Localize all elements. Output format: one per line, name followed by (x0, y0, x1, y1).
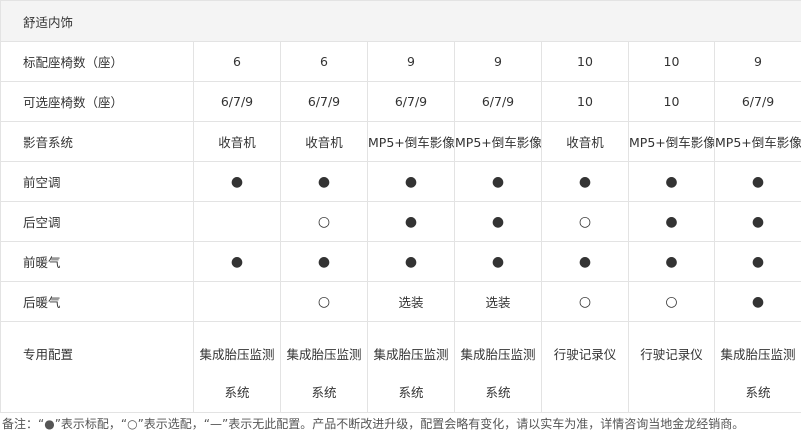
table-cell: 行驶记录仪 (541, 321, 629, 413)
standard-dot: ● (713, 161, 801, 202)
optional-circle: ○ (280, 281, 368, 322)
table-cell: 6/7/9 (454, 81, 542, 122)
standard-dot: ● (628, 161, 715, 202)
table-row: 可选座椅数（座） 6/7/9 6/7/9 6/7/9 6/7/9 10 10 6… (0, 81, 801, 122)
table-cell: 10 (541, 81, 629, 122)
optional-circle: ○ (628, 281, 715, 322)
standard-dot: ● (367, 201, 455, 242)
table-row: 前空调 ● ● ● ● ● ● ● (0, 161, 801, 202)
optional-circle: ○ (280, 201, 368, 242)
table-cell (193, 281, 281, 322)
standard-dot: ● (454, 201, 542, 242)
table-cell: 9 (367, 41, 455, 82)
standard-dot: ● (280, 241, 368, 282)
table-cell: 10 (628, 81, 715, 122)
table-cell: 集成胎压监测系统 (454, 321, 542, 413)
table-row: 标配座椅数（座） 6 6 9 9 10 10 9 (0, 41, 801, 82)
table-cell: 收音机 (193, 121, 281, 162)
table-cell: 6 (193, 41, 281, 82)
table-cell: MP5+倒车影像 (454, 121, 542, 162)
table-row: 前暖气 ● ● ● ● ● ● ● (0, 241, 801, 282)
row-label: 专用配置 (0, 321, 194, 413)
standard-dot: ● (193, 241, 281, 282)
row-label: 后暖气 (0, 281, 194, 322)
section-header-row: 舒适内饰 (0, 0, 801, 42)
standard-dot: ● (541, 161, 629, 202)
standard-dot: ● (280, 161, 368, 202)
table-cell: 集成胎压监测系统 (367, 321, 455, 413)
standard-dot: ● (713, 201, 801, 242)
table-cell: 收音机 (541, 121, 629, 162)
table-cell: MP5+倒车影像 (713, 121, 801, 162)
row-label: 前暖气 (0, 241, 194, 282)
section-title: 舒适内饰 (0, 0, 801, 42)
optional-circle: ○ (541, 201, 629, 242)
table-row: 专用配置 集成胎压监测系统 集成胎压监测系统 集成胎压监测系统 集成胎压监测系统… (0, 321, 801, 413)
table-cell: 9 (454, 41, 542, 82)
row-label: 可选座椅数（座） (0, 81, 194, 122)
table-cell: 行驶记录仪 (628, 321, 715, 413)
standard-dot: ● (713, 241, 801, 282)
table-cell: MP5+倒车影像 (628, 121, 715, 162)
footnote: 备注：“●”表示标配，“○”表示选配，“—”表示无此配置。产品不断改进升级，配置… (2, 417, 745, 431)
table-cell: 6/7/9 (367, 81, 455, 122)
table-cell: 选装 (454, 281, 542, 322)
row-label: 后空调 (0, 201, 194, 242)
table-cell: MP5+倒车影像 (367, 121, 455, 162)
table-cell: 10 (541, 41, 629, 82)
row-label: 标配座椅数（座） (0, 41, 194, 82)
table-cell (193, 201, 281, 242)
table-cell: 集成胎压监测系统 (713, 321, 801, 413)
standard-dot: ● (628, 201, 715, 242)
standard-dot: ● (713, 281, 801, 322)
table-cell: 集成胎压监测系统 (280, 321, 368, 413)
optional-circle: ○ (541, 281, 629, 322)
table-cell: 10 (628, 41, 715, 82)
spec-table: 舒适内饰 标配座椅数（座） 6 6 9 9 10 10 9 可选座椅数（座） 6… (0, 0, 801, 413)
table-row: 影音系统 收音机 收音机 MP5+倒车影像 MP5+倒车影像 收音机 MP5+倒… (0, 121, 801, 162)
standard-dot: ● (541, 241, 629, 282)
row-label: 影音系统 (0, 121, 194, 162)
table-cell: 6/7/9 (193, 81, 281, 122)
standard-dot: ● (193, 161, 281, 202)
table-cell: 6 (280, 41, 368, 82)
standard-dot: ● (628, 241, 715, 282)
row-label: 前空调 (0, 161, 194, 202)
standard-dot: ● (454, 241, 542, 282)
table-cell: 收音机 (280, 121, 368, 162)
table-cell: 选装 (367, 281, 455, 322)
table-cell: 6/7/9 (713, 81, 801, 122)
table-row: 后空调 ○ ● ● ○ ● ● (0, 201, 801, 242)
standard-dot: ● (367, 161, 455, 202)
standard-dot: ● (454, 161, 542, 202)
table-cell: 9 (713, 41, 801, 82)
standard-dot: ● (367, 241, 455, 282)
table-cell: 6/7/9 (280, 81, 368, 122)
table-row: 后暖气 ○ 选装 选装 ○ ○ ● (0, 281, 801, 322)
table-cell: 集成胎压监测系统 (193, 321, 281, 413)
